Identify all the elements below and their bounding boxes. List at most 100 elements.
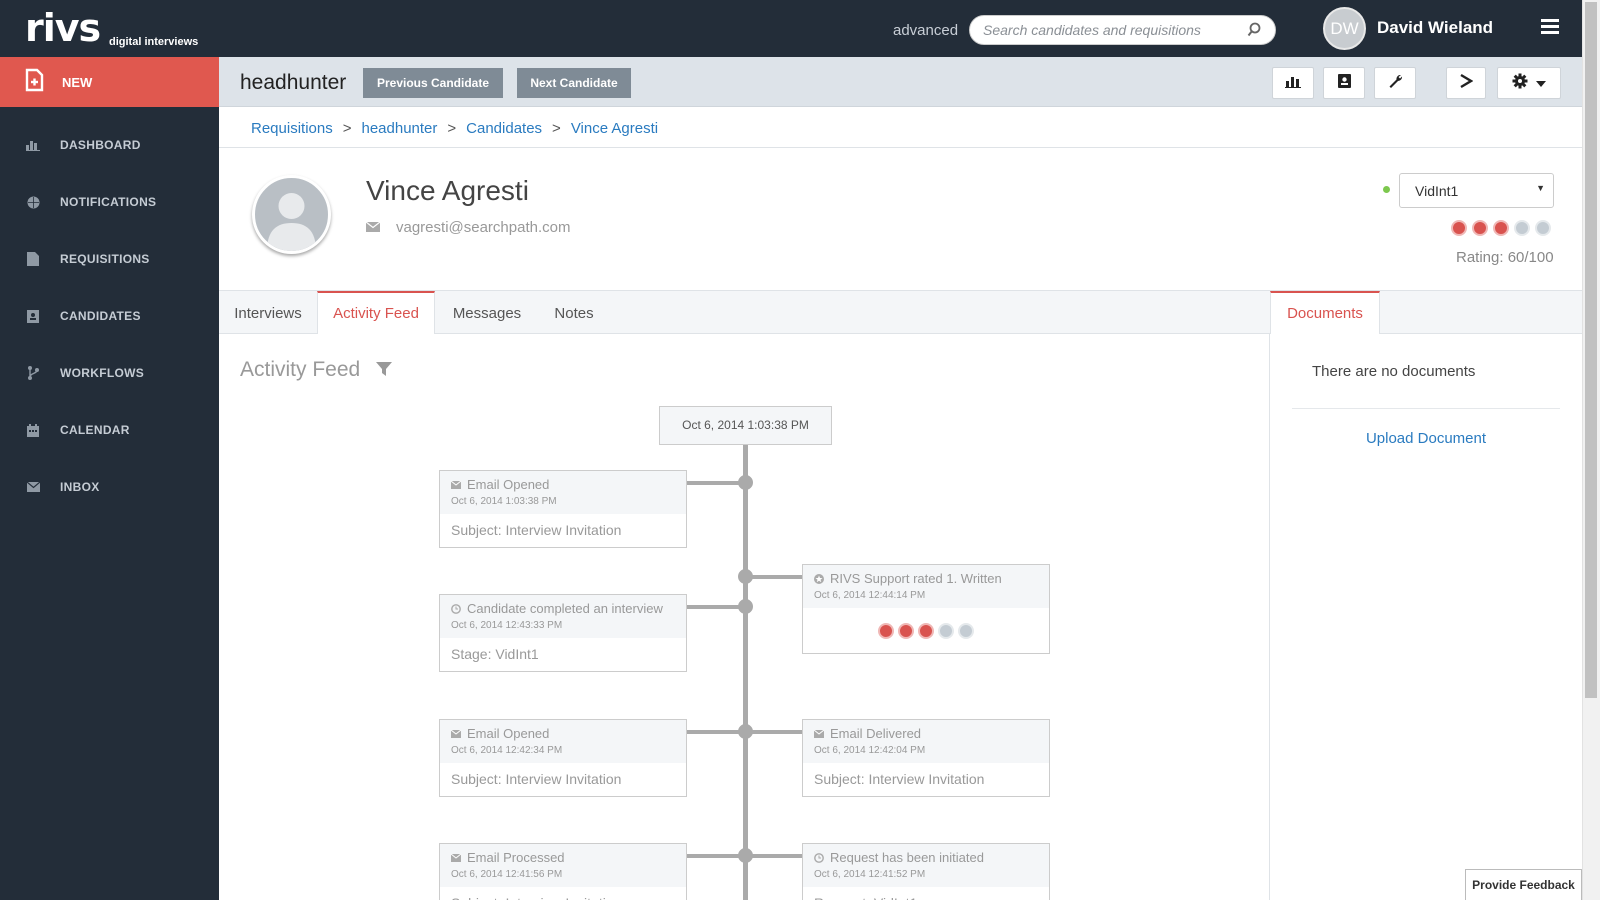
activity-detail: Subject: Interview Invitation [814,771,985,787]
envelope-icon [26,480,40,494]
logo-wordmark: rivs [25,6,101,50]
new-label: NEW [62,74,93,90]
globe-icon [26,195,40,209]
search-box[interactable] [969,15,1276,45]
search-icon[interactable] [1247,22,1261,43]
breadcrumb-requisitions[interactable]: Requisitions [251,120,333,137]
sidebar-item-calendar[interactable]: CALENDAR [0,410,219,450]
breadcrumb-current-candidate[interactable]: Vince Agresti [571,120,658,137]
divider [1292,408,1560,409]
candidate-email[interactable]: vagresti@searchpath.com [365,219,570,236]
status-indicator [1383,186,1390,193]
requisition-header: headhunter Previous Candidate Next Candi… [219,57,1582,107]
stage-select[interactable]: VidInt1 ▼ [1399,173,1554,208]
envelope-icon [814,729,825,738]
activity-feed-panel: Activity Feed Oct 6, 2014 1:03:38 PM Ema… [219,334,1270,900]
scrollbar-thumb[interactable] [1585,2,1597,698]
documents-tabs: Documents [1270,291,1582,335]
activity-card[interactable]: Email Opened Oct 6, 2014 12:42:34 PM Sub… [439,719,687,797]
sidebar-item-label: INBOX [60,480,100,494]
activity-card[interactable]: Email Opened Oct 6, 2014 1:03:38 PM Subj… [439,470,687,548]
clock-icon [814,852,825,863]
settings-dropdown-button[interactable] [1497,67,1561,99]
tools-button[interactable] [1374,67,1416,99]
activity-detail: Subject: Interview Invitation [451,522,622,538]
calendar-icon [26,423,40,437]
tab-notes[interactable]: Notes [539,291,609,334]
activity-date: Oct 6, 2014 12:44:14 PM [814,590,926,601]
rating-dot-filled [1472,220,1488,236]
previous-candidate-button[interactable]: Previous Candidate [363,68,503,98]
breadcrumb-headhunter[interactable]: headhunter [361,120,437,137]
send-button[interactable] [1446,67,1486,99]
tab-documents[interactable]: Documents [1270,291,1380,335]
gear-icon [1512,73,1528,94]
activity-card[interactable]: Email Processed Oct 6, 2014 12:41:56 PM … [439,843,687,900]
candidate-email-text[interactable]: vagresti@searchpath.com [396,219,570,236]
sidebar-item-label: CALENDAR [60,423,130,437]
stage-select-value: VidInt1 [1415,183,1459,199]
sidebar-item-dashboard[interactable]: DASHBOARD [0,125,219,165]
activity-date: Oct 6, 2014 12:43:33 PM [451,620,563,631]
rating-dot-filled [1451,220,1467,236]
timeline-connector [686,481,744,485]
user-avatar[interactable]: DW [1323,7,1366,50]
candidate-profile: Vince Agresti vagresti@searchpath.com Vi… [219,148,1582,291]
hamburger-menu-icon[interactable] [1541,19,1559,37]
new-button[interactable]: NEW [0,57,219,107]
timeline-connector [686,605,744,609]
breadcrumb-candidates[interactable]: Candidates [466,120,542,137]
breadcrumb-separator: > [342,120,352,137]
activity-title: Candidate completed an interview [467,601,663,616]
contact-card-button[interactable] [1323,67,1365,99]
candidate-name: Vince Agresti [366,175,529,206]
envelope-icon [451,729,462,738]
sidebar-item-label: REQUISITIONS [60,252,150,266]
activity-title: Email Processed [467,850,565,865]
sidebar-item-requisitions[interactable]: REQUISITIONS [0,239,219,279]
sidebar-item-workflows[interactable]: WORKFLOWS [0,353,219,393]
rivs-logo[interactable]: rivs digital interviews [25,6,198,50]
activity-card[interactable]: Request has been initiated Oct 6, 2014 1… [802,843,1050,900]
rating-text: Rating: 60/100 [1456,249,1554,266]
logo-tagline: digital interviews [109,36,199,48]
activity-date: Oct 6, 2014 12:42:04 PM [814,745,926,756]
timeline-line [743,444,748,900]
activity-detail: Subject: Interview Invitation [440,887,686,900]
activity-card[interactable]: Email Delivered Oct 6, 2014 12:42:04 PM … [802,719,1050,797]
timeline-date-marker: Oct 6, 2014 1:03:38 PM [659,406,832,445]
activity-title: Request has been initiated [830,850,984,865]
advanced-search-link[interactable]: advanced [893,22,958,39]
stats-button[interactable] [1272,67,1314,99]
sidebar: NEW DASHBOARD NOTIFICATIONS REQUISITIONS… [0,57,219,900]
activity-date: Oct 6, 2014 1:03:38 PM [451,496,557,507]
provide-feedback-button[interactable]: Provide Feedback [1465,869,1582,900]
activity-rating [803,608,1049,653]
next-candidate-button[interactable]: Next Candidate [517,68,631,98]
tab-interviews[interactable]: Interviews [219,291,317,334]
candidate-rating[interactable] [1451,220,1556,236]
caret-down-icon [1536,74,1546,92]
search-input[interactable] [983,16,1243,44]
breadcrumb: Requisitions > headhunter > Candidates > Vince… [219,107,1582,148]
activity-detail: Stage: VidInt1 [451,646,539,662]
activity-date: Oct 6, 2014 12:41:56 PM [451,869,563,880]
user-name[interactable]: David Wieland [1377,18,1493,38]
rating-dot-filled [898,623,914,639]
sidebar-item-candidates[interactable]: CANDIDATES [0,296,219,336]
wrench-icon [1388,73,1403,93]
bar-chart-icon [1285,74,1301,93]
filter-icon[interactable] [376,358,393,382]
sidebar-item-inbox[interactable]: INBOX [0,467,219,507]
timeline-node [738,724,753,739]
upload-document-link[interactable]: Upload Document [1270,430,1582,447]
candidate-avatar [252,175,331,254]
activity-card[interactable]: RIVS Support rated 1. Written Oct 6, 201… [802,564,1050,654]
activity-card[interactable]: Candidate completed an interview Oct 6, … [439,594,687,672]
activity-title: Email Opened [467,726,550,741]
tab-activity-feed[interactable]: Activity Feed [317,291,435,335]
envelope-icon [451,853,462,862]
sidebar-item-notifications[interactable]: NOTIFICATIONS [0,182,219,222]
envelope-icon [365,219,381,236]
tab-messages[interactable]: Messages [435,291,539,334]
